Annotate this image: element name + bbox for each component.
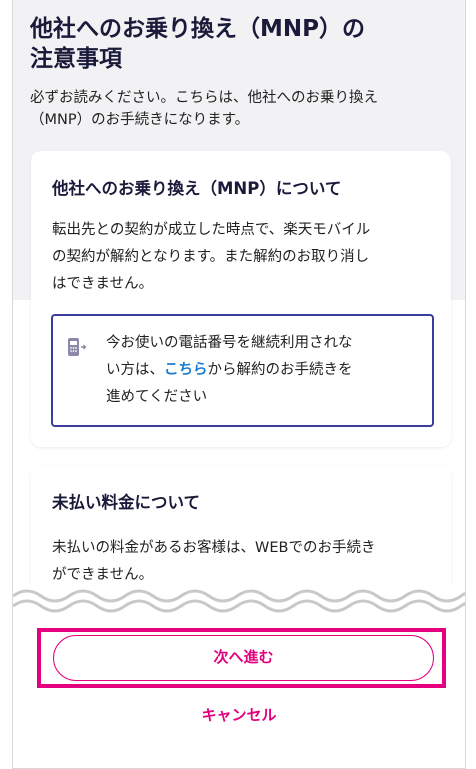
mnp-body-line1: 転出先との契約が成立した時点で、楽天モバイル — [52, 222, 371, 238]
notice-line2: い方は、こちらから解約のお手続きを — [106, 357, 421, 384]
mnp-body-line3: はできません。 — [52, 276, 154, 292]
notice-line3: 進めてください — [106, 389, 208, 405]
unpaid-body-line1: 未払いの料金があるお客様は、WEBでのお手続き — [52, 540, 376, 556]
next-button[interactable]: 次へ進む — [53, 635, 434, 681]
intro-line2: （MNP）のお手続きになります。 — [30, 112, 250, 128]
unpaid-card-body: 未払いの料金があるお客様は、WEBでのお手続き ができません。 — [52, 535, 437, 589]
unpaid-body-line2: ができません。 — [52, 567, 154, 583]
page-title-line2: 注意事項 — [30, 46, 122, 72]
page-title-line1: 他社へのお乗り換え（MNP）の — [30, 16, 365, 42]
phone-transfer-icon — [68, 338, 87, 356]
cancel-notice-box: 今お使いの電話番号を継続利用されな い方は、こちらから解約のお手続きを 進めてく… — [51, 314, 434, 427]
intro-text: 必ずお読みください。こちらは、他社へのお乗り換え （MNP）のお手続きになります… — [30, 87, 458, 131]
app-frame: 他社へのお乗り換え（MNP）の 注意事項 必ずお読みください。こちらは、他社への… — [12, 0, 466, 769]
notice-line1: 今お使いの電話番号を継続利用されな — [106, 335, 353, 351]
notice-text: 今お使いの電話番号を継続利用されな い方は、こちらから解約のお手続きを 進めてく… — [106, 330, 421, 411]
intro-line1: 必ずお読みください。こちらは、他社へのお乗り換え — [30, 90, 378, 106]
notice-line2-suffix: から解約のお手続きを — [207, 362, 353, 378]
unpaid-card-title: 未払い料金について — [52, 493, 201, 512]
page-title: 他社へのお乗り換え（MNP）の 注意事項 — [30, 14, 450, 74]
cancel-link: キャンセル — [13, 704, 465, 725]
notice-line2-prefix: い方は、 — [106, 362, 164, 378]
mnp-card-body: 転出先との契約が成立した時点で、楽天モバイル の契約が解約となります。また解約の… — [52, 217, 437, 298]
cancel-link-label[interactable]: キャンセル — [201, 706, 276, 724]
mnp-body-line2: の契約が解約となります。また解約のお取り消し — [52, 249, 370, 265]
mnp-card-title: 他社へのお乗り換え（MNP）について — [52, 179, 342, 198]
cancel-here-link[interactable]: こちら — [164, 362, 208, 378]
mnp-card: 他社へのお乗り換え（MNP）について 転出先との契約が成立した時点で、楽天モバイ… — [31, 151, 451, 447]
torn-edge-divider — [13, 589, 465, 616]
